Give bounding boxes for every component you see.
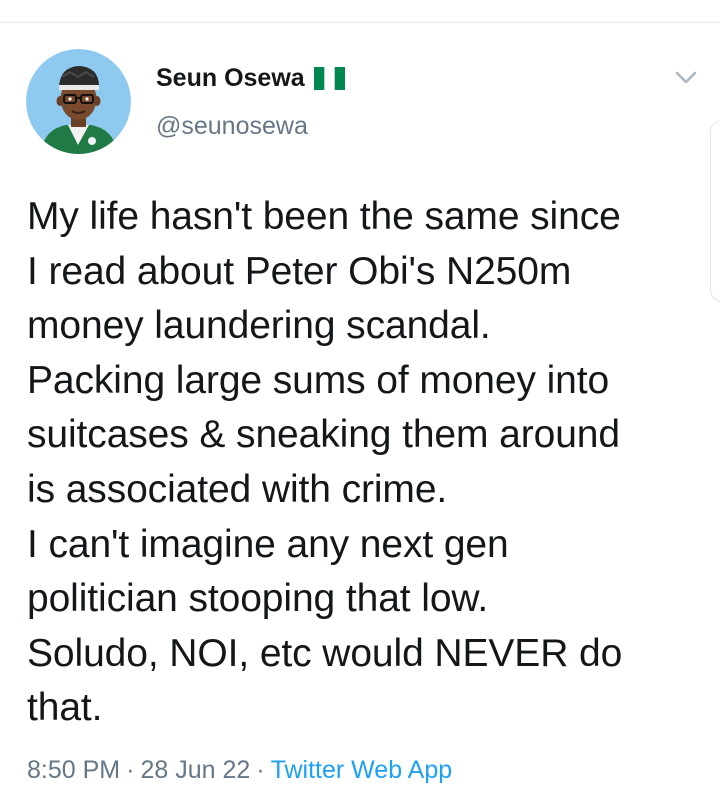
- cartoon-avatar-icon: [26, 49, 131, 154]
- meta-separator: ·: [126, 756, 135, 784]
- chevron-down-icon: [675, 71, 697, 84]
- tweet-text: My life hasn't been the same since I rea…: [27, 195, 623, 730]
- avatar[interactable]: [26, 49, 131, 154]
- tweet-menu-button[interactable]: [672, 64, 700, 92]
- tweet-source-link[interactable]: Twitter Web App: [271, 756, 453, 784]
- side-panel-edge: [710, 120, 720, 302]
- nigeria-flag-icon: [313, 66, 345, 90]
- meta-separator: ·: [256, 756, 265, 784]
- user-handle[interactable]: @seunosewa: [156, 112, 308, 141]
- tweet-metadata: 8:50 PM · 28 Jun 22 · Twitter Web App: [27, 756, 452, 785]
- tweet-date[interactable]: 28 Jun 22: [140, 756, 250, 784]
- tweet-time[interactable]: 8:50 PM: [27, 756, 120, 784]
- top-divider: [0, 22, 720, 23]
- display-name[interactable]: Seun Osewa: [156, 64, 305, 93]
- author-name-row[interactable]: Seun Osewa: [156, 62, 345, 94]
